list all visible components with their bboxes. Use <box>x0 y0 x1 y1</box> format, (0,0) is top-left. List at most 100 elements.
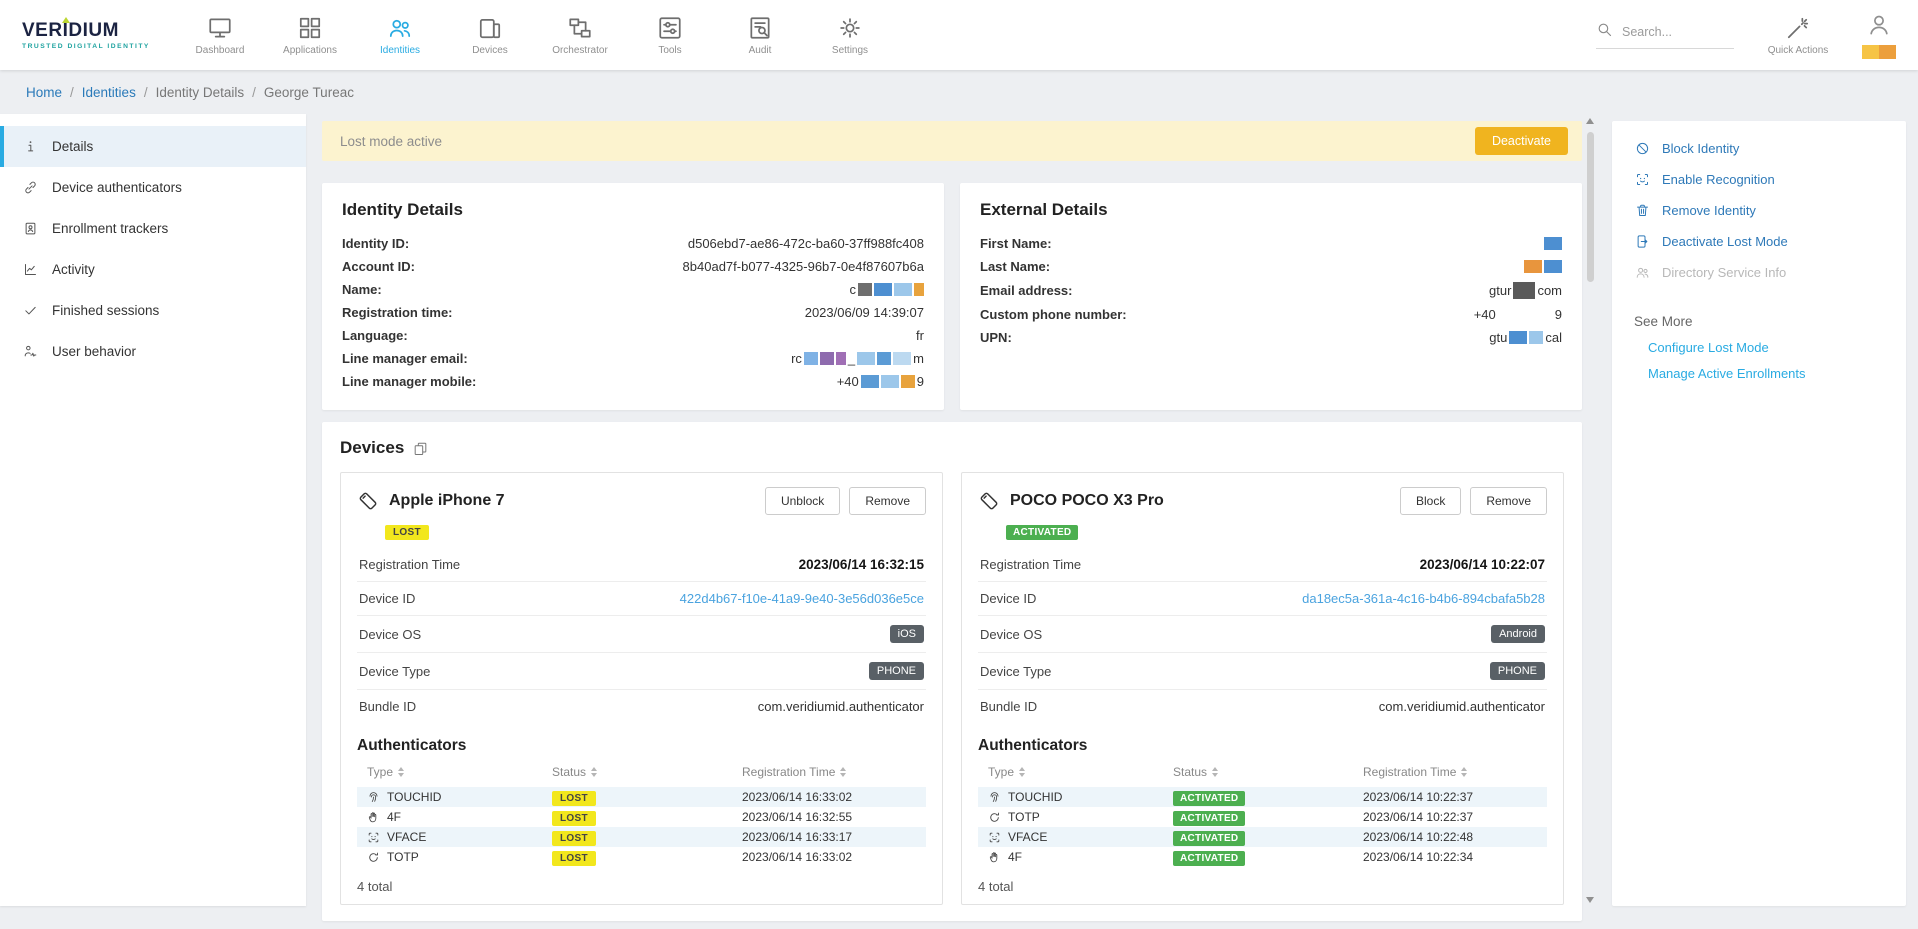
authenticator-row[interactable]: TOUCHID ACTIVATED 2023/06/14 10:22:37 <box>978 787 1547 807</box>
nav-settings[interactable]: Settings <box>818 14 882 56</box>
device-id-link[interactable]: 422d4b67-f10e-41a9-9e40-3e56d036e5ce <box>680 591 924 606</box>
card-title: Identity Details <box>342 200 924 220</box>
field-custom-phone-number: Custom phone number: +40 9 <box>980 303 1562 326</box>
column-header-type[interactable]: Type <box>367 765 552 779</box>
redacted-value: +40 9 <box>1474 307 1562 322</box>
action-label: Directory Service Info <box>1662 265 1786 280</box>
nav-applications[interactable]: Applications <box>278 14 342 56</box>
sort-icon[interactable] <box>398 767 404 777</box>
registration-time-value: 2023/06/14 10:22:07 <box>1420 557 1545 572</box>
scroll-thumb[interactable] <box>1587 132 1594 282</box>
breadcrumb-home[interactable]: Home <box>26 85 62 100</box>
authenticator-row[interactable]: VFACE LOST 2023/06/14 16:33:17 <box>357 827 926 847</box>
action-block-identity[interactable]: Block Identity <box>1612 133 1906 164</box>
redacted-value: gtur com <box>1489 282 1562 299</box>
copy-icon[interactable] <box>413 441 428 456</box>
user-menu[interactable] <box>1862 12 1896 59</box>
column-header-registration-time[interactable]: Registration Time <box>1363 765 1547 779</box>
trash-icon <box>1634 203 1651 218</box>
nav-audit[interactable]: Audit <box>728 14 792 56</box>
redacted-username <box>1862 45 1896 59</box>
sidebar-item-details[interactable]: Details <box>0 126 306 167</box>
breadcrumb-identities[interactable]: Identities <box>82 85 136 100</box>
nav-identities[interactable]: Identities <box>368 14 432 56</box>
auth-time: 2023/06/14 16:33:17 <box>742 830 926 844</box>
field-identity-id: Identity ID: d506ebd7-ae86-472c-ba60-37f… <box>342 232 924 255</box>
sidebar-item-finished-sessions[interactable]: Finished sessions <box>0 290 306 331</box>
nav-dashboard[interactable]: Dashboard <box>188 14 252 56</box>
device-id-link[interactable]: da18ec5a-361a-4c16-b4b6-894cbafa5b28 <box>1302 591 1545 606</box>
sort-icon[interactable] <box>1019 767 1025 777</box>
link-configure-lost-mode[interactable]: Configure Lost Mode <box>1612 329 1906 355</box>
device-row-device-id: Device ID 422d4b67-f10e-41a9-9e40-3e56d0… <box>357 581 926 615</box>
search-box[interactable] <box>1596 21 1734 49</box>
authenticator-row[interactable]: 4F LOST 2023/06/14 16:32:55 <box>357 807 926 827</box>
sort-icon[interactable] <box>1461 767 1467 777</box>
main-scrollbar[interactable] <box>1584 114 1596 907</box>
sidebar-item-label: Details <box>52 139 93 154</box>
action-remove-identity[interactable]: Remove Identity <box>1612 195 1906 226</box>
column-header-status[interactable]: Status <box>552 765 742 779</box>
logo-accent-mark <box>62 17 70 23</box>
device-actions: Unblock Remove <box>765 487 926 515</box>
sidebar-item-activity[interactable]: Activity <box>0 249 306 290</box>
unblock-device-button[interactable]: Unblock <box>765 487 840 515</box>
authenticator-row[interactable]: VFACE ACTIVATED 2023/06/14 10:22:48 <box>978 827 1547 847</box>
deactivate-lost-mode-button[interactable]: Deactivate <box>1475 127 1568 155</box>
devices-header: Devices <box>340 438 1564 458</box>
authenticator-row[interactable]: TOUCHID LOST 2023/06/14 16:33:02 <box>357 787 926 807</box>
device-row-registration-time: Registration Time 2023/06/14 16:32:15 <box>357 548 926 581</box>
search-input[interactable] <box>1622 25 1734 39</box>
scroll-up-arrow[interactable] <box>1586 118 1594 124</box>
sort-icon[interactable] <box>840 767 846 777</box>
devices-title: Devices <box>340 438 404 458</box>
link-icon <box>22 180 39 195</box>
authenticator-row[interactable]: TOTP ACTIVATED 2023/06/14 10:22:37 <box>978 807 1547 827</box>
identity-details-card: Identity Details Identity ID: d506ebd7-a… <box>322 183 944 410</box>
column-header-registration-time[interactable]: Registration Time <box>742 765 926 779</box>
auth-time: 2023/06/14 10:22:48 <box>1363 830 1547 844</box>
directory-people-icon <box>1634 265 1651 280</box>
redaction-block <box>858 283 872 296</box>
block-device-button[interactable]: Block <box>1400 487 1461 515</box>
field-last-name: Last Name: <box>980 255 1562 278</box>
column-header-status[interactable]: Status <box>1173 765 1363 779</box>
scroll-down-arrow[interactable] <box>1586 897 1594 903</box>
person-activity-icon <box>22 344 39 359</box>
remove-device-button[interactable]: Remove <box>1470 487 1547 515</box>
redacted-value: +40 9 <box>837 374 924 389</box>
action-deactivate-lost-mode[interactable]: Deactivate Lost Mode <box>1612 226 1906 257</box>
action-enable-recognition[interactable]: Enable Recognition <box>1612 164 1906 195</box>
breadcrumb-separator: / <box>252 85 256 100</box>
nav-orchestrator[interactable]: Orchestrator <box>548 14 612 56</box>
authenticators-table-header: Type Status Registration Time <box>978 765 1547 787</box>
remove-device-button[interactable]: Remove <box>849 487 926 515</box>
mobile-phone-icon <box>357 490 379 512</box>
sort-icon[interactable] <box>1212 767 1218 777</box>
authenticator-row[interactable]: 4F ACTIVATED 2023/06/14 10:22:34 <box>978 847 1547 867</box>
sidebar-item-enrollment-trackers[interactable]: Enrollment trackers <box>0 208 306 249</box>
authenticator-row[interactable]: TOTP LOST 2023/06/14 16:33:02 <box>357 847 926 867</box>
nav-tools[interactable]: Tools <box>638 14 702 56</box>
search-icon <box>1596 21 1613 43</box>
auth-status-badge: ACTIVATED <box>1173 811 1245 826</box>
nav-devices[interactable]: Devices <box>458 14 522 56</box>
totp-refresh-icon <box>367 851 380 864</box>
quick-actions-button[interactable]: Quick Actions <box>1766 14 1830 56</box>
sidebar-item-user-behavior[interactable]: User behavior <box>0 331 306 372</box>
breadcrumb-user-name: George Tureac <box>264 85 354 100</box>
auth-status-badge: LOST <box>552 831 596 846</box>
veridium-logo[interactable]: VERIDIUM TRUSTED DIGITAL IDENTITY <box>22 20 154 50</box>
sort-icon[interactable] <box>591 767 597 777</box>
redaction-block <box>1544 237 1562 250</box>
device-os-badge: Android <box>1491 625 1545 643</box>
redaction-block <box>1529 331 1543 344</box>
sidebar-item-label: Device authenticators <box>52 180 182 195</box>
column-header-type[interactable]: Type <box>988 765 1173 779</box>
sidebar-item-device-authenticators[interactable]: Device authenticators <box>0 167 306 208</box>
nav-label: Identities <box>380 45 420 56</box>
device-row-device-type: Device Type PHONE <box>357 652 926 689</box>
link-manage-active-enrollments[interactable]: Manage Active Enrollments <box>1612 355 1906 381</box>
redacted-value: gtu cal <box>1489 330 1562 345</box>
redaction-block <box>1524 260 1542 273</box>
